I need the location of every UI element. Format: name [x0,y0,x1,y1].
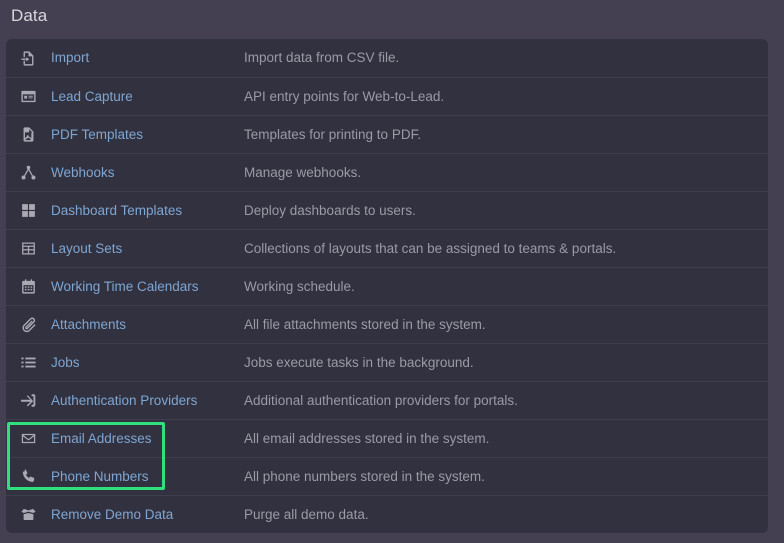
row-description: Manage webhooks. [244,164,362,180]
row-link[interactable]: Email Addresses [51,431,152,447]
row-link[interactable]: Dashboard Templates [51,203,182,219]
table-row[interactable]: Webhooks Manage webhooks. [6,153,768,191]
row-link[interactable]: Lead Capture [51,89,133,105]
row-description: Working schedule. [244,278,355,294]
row-description: All file attachments stored in the syste… [244,316,486,332]
row-name-cell[interactable]: Jobs [6,353,244,372]
row-description: Additional authentication providers for … [244,392,518,408]
table-row[interactable]: Authentication Providers Additional auth… [6,381,768,419]
page-title: Data [11,6,48,25]
dashboard-grid-icon [19,201,38,220]
row-link[interactable]: Webhooks [51,165,115,181]
box-open-icon [19,505,38,524]
table-row[interactable]: Phone Numbers All phone numbers stored i… [6,457,768,495]
row-description: Templates for printing to PDF. [244,126,422,142]
row-description: All phone numbers stored in the system. [244,468,485,484]
table-row[interactable]: Dashboard Templates Deploy dashboards to… [6,191,768,229]
row-name-cell[interactable]: Working Time Calendars [6,277,244,296]
row-name-cell[interactable]: Webhooks [6,163,244,182]
row-description: Deploy dashboards to users. [244,202,416,218]
phone-icon [19,467,38,486]
row-link[interactable]: Remove Demo Data [51,507,173,523]
row-link[interactable]: Working Time Calendars [51,279,199,295]
row-name-cell[interactable]: Import [6,49,244,68]
sign-in-icon [19,391,38,410]
file-import-icon [19,49,38,68]
calendar-icon [19,277,38,296]
row-description: Collections of layouts that can be assig… [244,240,617,256]
list-icon [19,353,38,372]
row-link[interactable]: Authentication Providers [51,393,197,409]
row-description: Purge all demo data. [244,506,369,522]
row-description: API entry points for Web-to-Lead. [244,88,445,104]
table-row[interactable]: Working Time Calendars Working schedule. [6,267,768,305]
row-name-cell[interactable]: Phone Numbers [6,467,244,486]
envelope-icon [19,429,38,448]
row-description: All email addresses stored in the system… [244,430,490,446]
data-settings-panel: Import Import data from CSV file. Lead C… [6,39,768,533]
row-link[interactable]: Layout Sets [51,241,122,257]
row-link[interactable]: Jobs [51,355,80,371]
table-row[interactable]: Import Import data from CSV file. [6,39,768,77]
row-name-cell[interactable]: Dashboard Templates [6,201,244,220]
row-name-cell[interactable]: Lead Capture [6,87,244,106]
table-row[interactable]: Email Addresses All email addresses stor… [6,419,768,457]
paperclip-icon [19,315,38,334]
row-name-cell[interactable]: Remove Demo Data [6,505,244,524]
row-name-cell[interactable]: Attachments [6,315,244,334]
table-row[interactable]: Attachments All file attachments stored … [6,305,768,343]
row-description: Import data from CSV file. [244,50,400,65]
table-row[interactable]: Layout Sets Collections of layouts that … [6,229,768,267]
id-card-icon [19,87,38,106]
row-link[interactable]: Attachments [51,317,126,333]
row-name-cell[interactable]: PDF Templates [6,125,244,144]
row-link[interactable]: Phone Numbers [51,469,149,485]
table-row[interactable]: PDF Templates Templates for printing to … [6,115,768,153]
table-row[interactable]: Jobs Jobs execute tasks in the backgroun… [6,343,768,381]
row-link[interactable]: Import [51,50,89,66]
table-row[interactable]: Lead Capture API entry points for Web-to… [6,77,768,115]
row-name-cell[interactable]: Email Addresses [6,429,244,448]
row-name-cell[interactable]: Authentication Providers [6,391,244,410]
table-row[interactable]: Remove Demo Data Purge all demo data. [6,495,768,533]
sitemap-icon [19,163,38,182]
table-icon [19,239,38,258]
row-description: Jobs execute tasks in the background. [244,354,474,370]
row-name-cell[interactable]: Layout Sets [6,239,244,258]
file-pdf-icon [19,125,38,144]
row-link[interactable]: PDF Templates [51,127,143,143]
